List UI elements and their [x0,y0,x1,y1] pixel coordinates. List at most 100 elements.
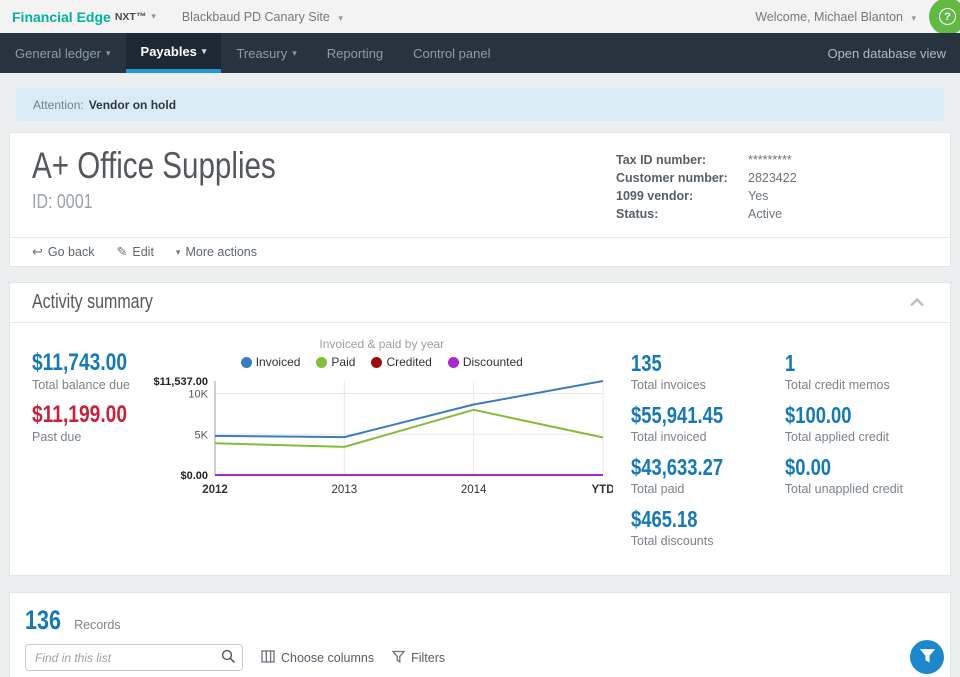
nav-item-treasury[interactable]: Treasury ▾ [221,33,311,73]
legend-label: Discounted [463,355,523,369]
chevron-down-icon: ▾ [911,13,916,23]
chevron-down-icon: ▾ [176,247,181,258]
brand-logo: Financial Edge [12,9,111,25]
chart-legend: Invoiced Paid Credited Discounted [151,355,613,369]
choose-columns-button[interactable]: Choose columns [261,650,374,666]
stat-label: Total credit memos [785,378,955,392]
more-actions-button[interactable]: ▾ More actions [176,245,257,259]
welcome-text: Welcome, Michael Blanton [755,10,903,24]
stat-label: Total unapplied credit [785,482,955,496]
stat-value: $465.18 [631,505,698,533]
stat-value: $0.00 [785,453,831,481]
nav-item-payables[interactable]: Payables ▾ [126,33,222,73]
funnel-icon [392,650,405,666]
back-arrow-icon: ↩ [32,244,43,260]
chevron-down-icon: ▾ [202,46,207,57]
search-input[interactable] [25,644,243,671]
totals-col-2: 1Total credit memos $100.00Total applied … [785,349,955,557]
chart-block: Invoiced & paid by year InvoicedPaidCred… [151,335,613,557]
page-content: Attention: Vendor on hold A+ Office Supp… [0,73,960,677]
user-menu[interactable]: Welcome, Michael Blanton ▾ [755,10,916,24]
svg-text:2013: 2013 [331,484,357,496]
site-switcher[interactable]: Blackbaud PD Canary Site ▾ [182,10,343,24]
chevron-down-icon[interactable]: ▾ [151,11,156,22]
nav-item-reporting[interactable]: Reporting [312,33,398,73]
totals-col-1: 135Total invoices$55,941.45Total invoice… [631,349,781,557]
attention-banner: Attention: Vendor on hold [16,88,944,121]
search-icon[interactable] [221,649,236,667]
detail-value: Active [748,205,782,223]
svg-text:10K: 10K [188,389,208,401]
svg-text:2012: 2012 [202,484,228,496]
svg-text:5K: 5K [194,429,208,441]
activity-summary-panel: Activity summary $11,743.00 Total balanc… [9,282,951,576]
edit-button[interactable]: ✎ Edit [116,244,153,260]
chevron-down-icon: ▾ [106,48,111,59]
stat-label: Total discounts [631,534,781,548]
stat-value: $55,941.45 [631,401,723,429]
detail-value: Yes [748,187,768,205]
open-database-view-link[interactable]: Open database view [827,33,946,73]
filter-fab-button[interactable] [910,640,944,674]
banner-prefix: Attention: [33,98,84,112]
banner-message: Vendor on hold [89,98,176,112]
stat-value: $43,633.27 [631,453,723,481]
stat: $100.00Total applied credit [785,401,955,444]
stat-value: 1 [785,349,795,377]
stat-label: Total paid [631,482,781,496]
records-count: 136 [25,605,61,636]
list-toolbar: Choose columns Filters [10,638,950,677]
stat-label: Total invoices [631,378,781,392]
filters-button[interactable]: Filters [392,650,445,666]
brand-suffix: NXT™ [115,11,147,23]
stat-label: Past due [32,430,151,444]
vendor-id: ID: 0001 [32,189,92,215]
legend-item-invoiced: Invoiced [241,355,301,369]
totals-stats: 135Total invoices$55,941.45Total invoice… [613,335,955,557]
nav-item-control-panel[interactable]: Control panel [398,33,505,73]
records-count-label: Records [74,618,121,632]
collapse-chevron-icon[interactable] [906,291,928,314]
svg-text:$11,537.00: $11,537.00 [153,376,207,388]
stat: $465.18Total discounts [631,505,781,548]
records-panel: 136 Records Choose columns Filters [9,592,951,677]
nav-item-general-ledger[interactable]: General ledger ▾ [0,33,126,73]
vendor-header-card: A+ Office Supplies ID: 0001 Tax ID numbe… [9,132,951,267]
detail-label: Status: [616,205,748,223]
site-name: Blackbaud PD Canary Site [182,10,330,24]
stat-value: $100.00 [785,401,852,429]
legend-label: Invoiced [256,355,301,369]
question-mark-icon: ? [939,8,956,25]
detail-label: 1099 vendor: [616,187,748,205]
go-back-button[interactable]: ↩ Go back [32,244,94,260]
panel-title: Activity summary [32,291,153,314]
help-button[interactable]: ? [929,0,960,33]
chevron-down-icon: ▾ [338,13,343,23]
detail-value: ********* [748,151,792,169]
chevron-down-icon: ▾ [292,48,297,59]
legend-label: Paid [331,355,355,369]
svg-text:YTD: YTD [591,484,613,496]
legend-dot-icon [241,357,252,368]
vendor-details: Tax ID number: ********* Customer number… [616,143,928,223]
stat: 135Total invoices [631,349,781,392]
funnel-icon [920,648,935,666]
legend-item-discounted: Discounted [448,355,523,369]
legend-item-credited: Credited [371,355,431,369]
legend-label: Credited [386,355,431,369]
stat: $55,941.45Total invoiced [631,401,781,444]
svg-text:2014: 2014 [461,484,487,496]
stat-value-past-due: $11,199.00 [32,401,127,429]
stat-label: Total invoiced [631,430,781,444]
svg-text:$0.00: $0.00 [180,470,208,482]
stat: 1Total credit memos [785,349,955,392]
legend-dot-icon [316,357,327,368]
detail-label: Customer number: [616,169,748,187]
chart-svg: $11,537.0010K 5K $0.00 2012 2013 2014 YTD [151,369,613,505]
columns-icon [261,650,275,666]
legend-item-paid: Paid [316,355,355,369]
legend-dot-icon [448,357,459,368]
pencil-icon: ✎ [116,244,127,260]
stat: $0.00Total unapplied credit [785,453,955,496]
action-bar: ↩ Go back ✎ Edit ▾ More actions [10,237,950,266]
